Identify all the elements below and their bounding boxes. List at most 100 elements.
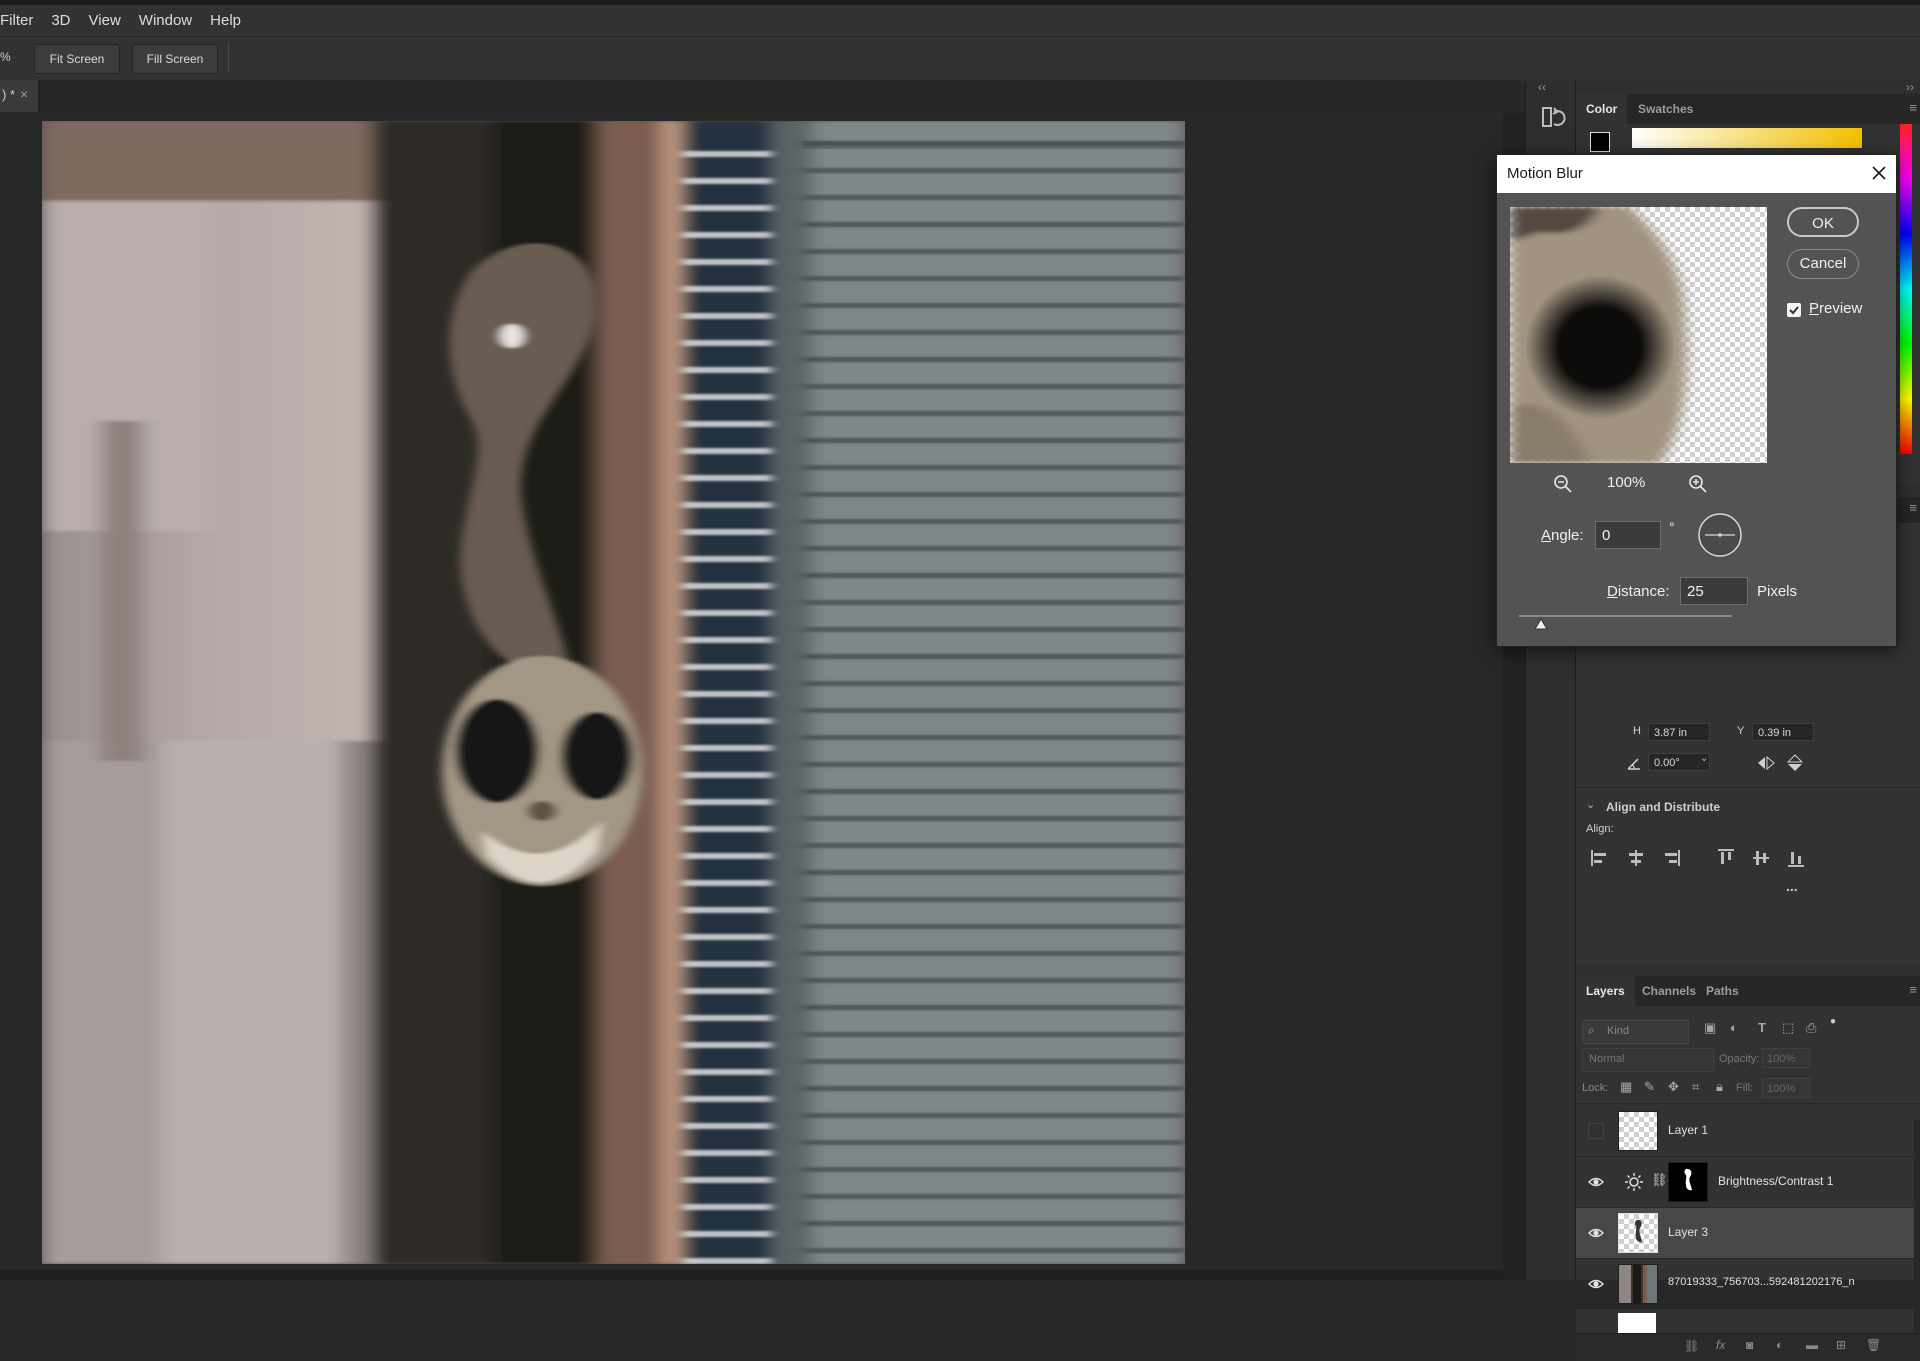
shutter-slat — [802, 1221, 1185, 1226]
menu-filter[interactable]: Filter — [0, 5, 42, 36]
close-icon[interactable] — [1867, 161, 1891, 185]
filter-preview[interactable] — [1510, 207, 1767, 463]
zoom-in-icon[interactable] — [1687, 473, 1709, 495]
shutter-slat — [802, 1059, 1185, 1064]
align-bottom-icon[interactable] — [1786, 848, 1806, 868]
tab-color[interactable]: Color — [1576, 94, 1628, 124]
flip-horizontal-icon[interactable] — [1756, 755, 1776, 771]
section-chevron-icon[interactable]: ⌄ — [1586, 798, 1595, 811]
lock-all-icon[interactable]: 🔒︎ — [1716, 1079, 1723, 1095]
tab-channels[interactable]: Channels — [1632, 976, 1706, 1006]
delete-layer-icon[interactable]: 🗑︎ — [1866, 1338, 1881, 1352]
tab-layers[interactable]: Layers — [1576, 976, 1635, 1006]
height-input[interactable]: 3.87 in — [1648, 723, 1710, 741]
fit-screen-button[interactable]: Fit Screen — [34, 44, 120, 74]
layer-row[interactable]: 87019333_756703...592481202176_n — [1576, 1259, 1914, 1309]
opacity-input[interactable]: 100% — [1762, 1048, 1810, 1068]
menu-window[interactable]: Window — [130, 5, 201, 36]
lock-artboard-icon[interactable]: ⌗ — [1692, 1079, 1699, 1095]
motion-blur-dialog: Motion Blur OK Cancel Preview 100% Angle… — [1496, 154, 1897, 647]
panel-menu-icon[interactable]: ≡ — [1909, 982, 1917, 997]
layers-scrollbar[interactable] — [1914, 1120, 1920, 1333]
link-icon[interactable]: ⛓︎ — [1651, 1172, 1668, 1188]
angle-dial[interactable] — [1697, 512, 1743, 558]
layer-row[interactable]: Layer 1 — [1576, 1106, 1914, 1157]
eye-icon[interactable] — [1588, 1276, 1604, 1292]
panel-menu-icon[interactable]: ≡ — [1909, 500, 1917, 515]
zoom-out-icon[interactable] — [1552, 473, 1574, 495]
tab-swatches[interactable]: Swatches — [1628, 94, 1703, 124]
pixel-filter-icon[interactable]: ▣ — [1704, 1020, 1716, 1036]
add-mask-icon[interactable]: ◙ — [1746, 1338, 1753, 1352]
document-tab[interactable]: ) * × — [0, 80, 39, 112]
new-group-icon[interactable]: ▬ — [1806, 1338, 1818, 1352]
filter-toggle-icon[interactable]: ● — [1830, 1016, 1836, 1027]
lock-position-icon[interactable]: ✥ — [1668, 1079, 1679, 1095]
distance-input[interactable]: 25 — [1680, 577, 1748, 605]
link-layers-icon[interactable]: ⛓︎ — [1684, 1339, 1699, 1353]
distance-slider-thumb[interactable] — [1534, 618, 1548, 630]
shutter-slat — [802, 546, 1185, 551]
blend-mode-select[interactable]: Normal — [1582, 1048, 1714, 1072]
align-horizontal-center-icon[interactable] — [1626, 848, 1646, 868]
window-slat — [682, 259, 772, 265]
hue-slider[interactable] — [1900, 124, 1912, 454]
cancel-button[interactable]: Cancel — [1787, 249, 1859, 279]
eye-icon[interactable] — [1588, 1225, 1604, 1241]
panel-menu-icon[interactable]: ≡ — [1909, 100, 1917, 115]
eye-icon[interactable] — [1588, 1174, 1604, 1190]
menu-3d[interactable]: 3D — [42, 5, 79, 36]
y-input[interactable]: 0.39 in — [1752, 723, 1814, 741]
type-filter-icon[interactable]: T — [1758, 1020, 1766, 1035]
more-options-icon[interactable]: ... — [1786, 878, 1798, 894]
adjustment-filter-icon[interactable]: ◐ — [1730, 1020, 1738, 1035]
align-vertical-center-icon[interactable] — [1751, 848, 1771, 868]
visibility-toggle-off[interactable] — [1588, 1123, 1604, 1139]
distance-label: Distance: — [1607, 583, 1670, 600]
smart-object-filter-icon[interactable]: ⎙ — [1806, 1020, 1816, 1036]
shutter-slat — [802, 330, 1185, 335]
chevron-down-icon[interactable]: ⌄ — [1700, 753, 1708, 764]
color-spectrum[interactable] — [1632, 128, 1862, 148]
layer-row[interactable]: ⛓︎ Brightness/Contrast 1 — [1576, 1157, 1914, 1208]
shape-filter-icon[interactable]: ⬚ — [1782, 1020, 1794, 1036]
window-slat — [682, 1177, 772, 1183]
layer-mask-thumbnail[interactable] — [1668, 1162, 1708, 1202]
dialog-title-bar[interactable]: Motion Blur — [1497, 155, 1896, 193]
layer-style-icon[interactable]: fx — [1716, 1338, 1725, 1352]
tab-paths[interactable]: Paths — [1696, 976, 1749, 1006]
shutter-slat — [802, 222, 1185, 227]
align-label: Align: — [1586, 823, 1614, 835]
shutter-slat — [802, 384, 1185, 389]
history-panel-icon[interactable] — [1540, 104, 1566, 130]
close-tab-icon[interactable]: × — [20, 86, 28, 102]
menu-help[interactable]: Help — [201, 5, 250, 36]
shutter-slat — [802, 519, 1185, 524]
menu-view[interactable]: View — [80, 5, 130, 36]
lock-transparent-icon[interactable]: ▦ — [1620, 1079, 1632, 1095]
lock-label: Lock: — [1582, 1082, 1609, 1094]
fill-input[interactable]: 100% — [1762, 1078, 1810, 1098]
flip-vertical-icon[interactable] — [1786, 753, 1804, 773]
mask-silhouette — [1684, 1168, 1692, 1191]
new-adjustment-icon[interactable]: ◐ — [1776, 1338, 1783, 1352]
kind-label: Kind — [1607, 1025, 1630, 1037]
align-right-icon[interactable] — [1661, 848, 1681, 868]
preview-checkbox[interactable] — [1787, 303, 1801, 317]
layer-row-selected[interactable]: Layer 3 — [1576, 1208, 1914, 1259]
angle-input[interactable]: 0 — [1595, 521, 1661, 549]
collapse-panels-icon[interactable]: ‹‹ — [1538, 80, 1546, 94]
layer-filter-kind[interactable]: ⌕ Kind — [1582, 1020, 1689, 1044]
expand-panels-icon[interactable]: ›› — [1906, 80, 1914, 94]
ok-button[interactable]: OK — [1787, 207, 1859, 237]
lock-image-icon[interactable]: ✎ — [1644, 1079, 1655, 1095]
canvas-horizontal-scrollbar[interactable] — [0, 1270, 1503, 1280]
window-slat — [682, 448, 772, 454]
foreground-color-swatch[interactable] — [1590, 132, 1610, 152]
new-layer-icon[interactable]: ⊞ — [1836, 1338, 1846, 1352]
fill-screen-button[interactable]: Fill Screen — [132, 44, 218, 74]
distance-slider-track[interactable] — [1519, 615, 1732, 617]
align-left-icon[interactable] — [1590, 848, 1610, 868]
document-image[interactable] — [42, 121, 1185, 1264]
align-top-icon[interactable] — [1716, 848, 1736, 868]
